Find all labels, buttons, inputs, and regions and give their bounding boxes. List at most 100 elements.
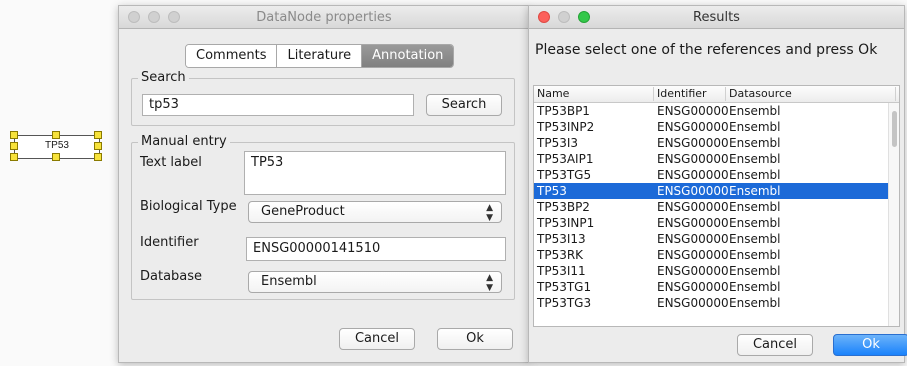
biological-type-caption: Biological Type xyxy=(140,199,237,214)
cell-identifier: ENSG00000141… xyxy=(657,184,729,198)
table-rows: TP53BP1ENSG00000067…EnsemblTP53INP2ENSG0… xyxy=(534,103,899,311)
search-group-title: Search xyxy=(138,70,189,85)
datanode-properties-window: DataNode properties Comments Literature … xyxy=(118,5,530,363)
cell-name: TP53RK xyxy=(537,248,584,262)
search-button[interactable]: Search xyxy=(426,94,502,116)
property-tabs: Comments Literature Annotation xyxy=(185,44,455,68)
resize-handle-sw[interactable] xyxy=(10,153,18,161)
resize-handle-ne[interactable] xyxy=(94,131,102,139)
cell-identifier: ENSG00000172… xyxy=(657,248,729,262)
table-row[interactable]: TP53TG1 ENSG00000182…Ensembl xyxy=(534,279,899,295)
resize-handle-e[interactable] xyxy=(94,142,102,150)
resize-handle-se[interactable] xyxy=(94,153,102,161)
cell-identifier: ENSG00000078… xyxy=(657,120,729,134)
cell-name: TP53TG3 xyxy=(537,296,592,310)
cell-datasource: Ensembl xyxy=(729,120,781,134)
search-group: Search tp53 Search xyxy=(131,70,515,126)
text-label-field[interactable]: TP53 xyxy=(244,151,506,195)
column-header-datasource[interactable]: Datasource xyxy=(726,87,896,101)
database-value: Ensembl xyxy=(261,274,317,289)
biological-type-select[interactable]: GeneProduct ▲ ▼ xyxy=(248,201,502,223)
table-row[interactable]: TP53INP1 ENSG00000164…Ensembl xyxy=(534,215,899,231)
column-header-name[interactable]: Name xyxy=(534,87,654,101)
resize-handle-nw[interactable] xyxy=(10,131,18,139)
cancel-button[interactable]: Cancel xyxy=(339,328,415,350)
database-select[interactable]: Ensembl ▲ ▼ xyxy=(248,271,502,293)
resize-handle-w[interactable] xyxy=(10,142,18,150)
table-row[interactable]: TP53TG3 ENSG00000183…Ensembl xyxy=(534,295,899,311)
cell-identifier: ENSG00000183… xyxy=(657,296,729,310)
results-title: Results xyxy=(693,10,740,25)
identifier-caption: Identifier xyxy=(140,235,199,250)
ok-button[interactable]: Ok xyxy=(437,328,513,350)
results-table[interactable]: Name Identifier Datasource TP53BP1 ENSG00… xyxy=(533,85,900,327)
cell-datasource: Ensembl xyxy=(729,200,781,214)
table-row[interactable]: TP53I3 ENSG00000115…Ensembl xyxy=(534,135,899,151)
results-titlebar[interactable]: Results xyxy=(529,6,904,29)
cell-identifier: ENSG00000115… xyxy=(657,136,729,150)
resize-handle-n[interactable] xyxy=(52,131,60,139)
table-scrollbar[interactable] xyxy=(888,103,899,326)
database-caption: Database xyxy=(140,269,203,284)
cell-datasource: Ensembl xyxy=(729,296,781,310)
cell-identifier: ENSG00000120… xyxy=(657,152,729,166)
select-arrows-icon: ▲ ▼ xyxy=(486,273,493,293)
cell-datasource: Ensembl xyxy=(729,248,781,262)
table-row[interactable]: TP53RK ENSG00000172…Ensembl xyxy=(534,247,899,263)
cell-identifier: ENSG00000167… xyxy=(657,232,729,246)
cell-name: TP53TG5 xyxy=(537,168,592,182)
results-window: Results Please select one of the referen… xyxy=(528,5,907,363)
cell-datasource: Ensembl xyxy=(729,136,781,150)
table-row[interactable]: TP53TG5 ENSG00000124…Ensembl xyxy=(534,167,899,183)
ok-button[interactable]: Ok xyxy=(833,334,907,356)
text-label-caption: Text label xyxy=(140,155,202,170)
cell-identifier: ENSG00000124… xyxy=(657,168,729,182)
cell-datasource: Ensembl xyxy=(729,104,781,118)
cell-identifier: ENSG00000164… xyxy=(657,216,729,230)
table-row[interactable]: TP53INP2 ENSG00000078…Ensembl xyxy=(534,119,899,135)
search-input[interactable]: tp53 xyxy=(142,94,414,116)
manual-entry-title: Manual entry xyxy=(138,134,230,149)
cell-datasource: Ensembl xyxy=(729,264,781,278)
datanode-label: TP53 xyxy=(45,140,69,151)
table-row[interactable]: TP53BP1 ENSG00000067…Ensembl xyxy=(534,103,899,119)
identifier-field[interactable]: ENSG00000141510 xyxy=(246,237,506,261)
cell-name: TP53I11 xyxy=(537,264,586,278)
cell-name: TP53INP2 xyxy=(537,120,595,134)
cell-identifier: ENSG00000182… xyxy=(657,280,729,294)
table-row[interactable]: TP53I11 ENSG00000175…Ensembl xyxy=(534,263,899,279)
scrollbar-thumb[interactable] xyxy=(892,111,897,147)
resize-handle-s[interactable] xyxy=(52,153,60,161)
cell-name: TP53BP2 xyxy=(537,200,590,214)
cell-name: TP53I3 xyxy=(537,136,579,150)
cell-name: TP53TG1 xyxy=(537,280,592,294)
table-row[interactable]: TP53AIP1 ENSG00000120…Ensembl xyxy=(534,151,899,167)
cell-datasource: Ensembl xyxy=(729,184,781,198)
cancel-button[interactable]: Cancel xyxy=(737,334,813,356)
biological-type-value: GeneProduct xyxy=(261,204,345,219)
table-header: Name Identifier Datasource xyxy=(534,86,899,103)
cell-identifier: ENSG00000175… xyxy=(657,264,729,278)
table-row[interactable]: TP53BP2 ENSG00000143…Ensembl xyxy=(534,199,899,215)
cell-name: TP53BP1 xyxy=(537,104,590,118)
tab-literature[interactable]: Literature xyxy=(277,45,363,67)
cell-name: TP53AIP1 xyxy=(537,152,594,166)
cell-datasource: Ensembl xyxy=(729,152,781,166)
cell-identifier: ENSG00000143… xyxy=(657,200,729,214)
cell-identifier: ENSG00000067… xyxy=(657,104,729,118)
window-title: DataNode properties xyxy=(256,10,392,25)
cell-name: TP53INP1 xyxy=(537,216,595,230)
results-prompt: Please select one of the references and … xyxy=(535,42,878,58)
column-header-identifier[interactable]: Identifier xyxy=(654,87,726,101)
cell-datasource: Ensembl xyxy=(729,168,781,182)
datanode-titlebar[interactable]: DataNode properties xyxy=(119,6,529,29)
table-row[interactable]: TP53I13 ENSG00000167…Ensembl xyxy=(534,231,899,247)
cell-name: TP53I13 xyxy=(537,232,586,246)
tab-annotation[interactable]: Annotation xyxy=(362,45,454,67)
cell-datasource: Ensembl xyxy=(729,280,781,294)
cell-datasource: Ensembl xyxy=(729,232,781,246)
tab-comments[interactable]: Comments xyxy=(186,45,278,67)
manual-entry-group: Manual entry Text label TP53 Biological … xyxy=(131,134,515,300)
table-row[interactable]: TP53 ENSG00000141…Ensembl xyxy=(534,183,899,199)
cell-name: TP53 xyxy=(537,184,567,198)
